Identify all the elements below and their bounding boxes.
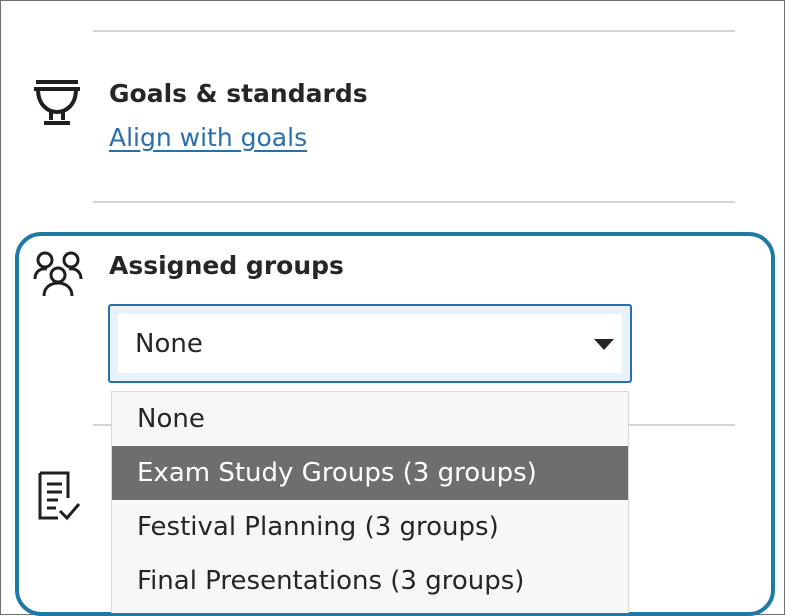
option-final-presentations[interactable]: Final Presentations (3 groups) [112, 554, 628, 608]
people-icon [33, 251, 83, 297]
clipboard-check-icon [38, 471, 81, 521]
goals-heading: Goals & standards [109, 79, 368, 108]
assigned-groups-heading: Assigned groups [109, 251, 344, 280]
align-with-goals-link[interactable]: Align with goals [109, 123, 307, 152]
select-inner: None [118, 314, 622, 373]
trophy-icon [34, 80, 80, 125]
chevron-down-icon[interactable] [594, 339, 614, 350]
option-none[interactable]: None [112, 392, 628, 446]
divider-top [93, 30, 735, 32]
option-exam-study-groups[interactable]: Exam Study Groups (3 groups) [112, 446, 628, 500]
assigned-groups-select[interactable]: None [108, 304, 632, 383]
assigned-groups-listbox: None Exam Study Groups (3 groups) Festiv… [111, 391, 629, 613]
select-current-value: None [135, 329, 203, 359]
option-festival-planning[interactable]: Festival Planning (3 groups) [112, 500, 628, 554]
divider-goals [93, 201, 735, 203]
